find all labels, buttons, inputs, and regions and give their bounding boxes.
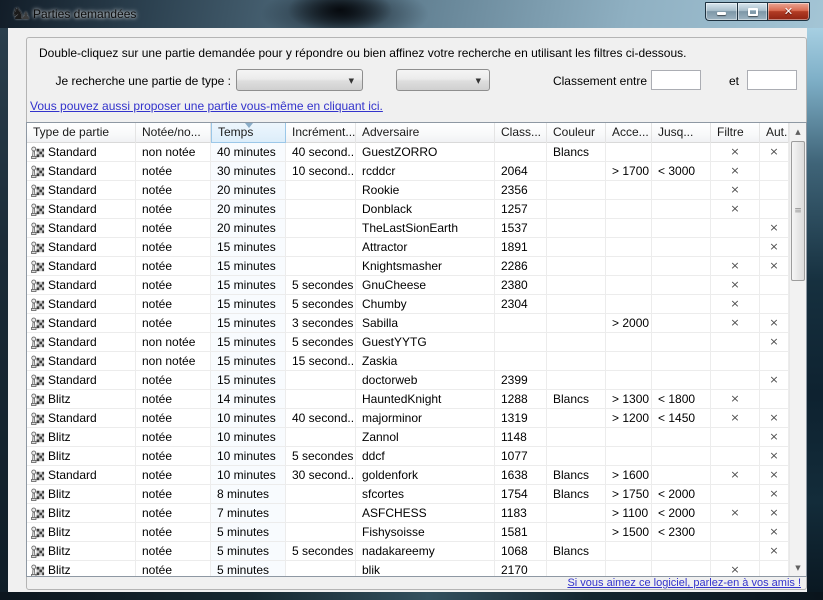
table-row[interactable]: Blitz notée 10 minutes Zannol 1148 × <box>27 428 789 447</box>
client-area: Double-cliquez sur une partie demandée p… <box>8 28 807 592</box>
instruction-text: Double-cliquez sur une partie demandée p… <box>39 46 686 60</box>
table-row[interactable]: Standard notée 15 minutes Knightsmasher … <box>27 257 789 276</box>
chess-pawn-icon <box>30 373 45 388</box>
scroll-down-icon[interactable]: ▼ <box>790 559 806 576</box>
table-row[interactable]: Standard notée 20 minutes Rookie 2356 × <box>27 181 789 200</box>
table-row[interactable]: Standard notée 15 minutes 5 secondes Gnu… <box>27 276 789 295</box>
table-row[interactable]: Standard notée 15 minutes doctorweb 2399… <box>27 371 789 390</box>
chess-pawn-icon <box>30 506 45 521</box>
secondary-filter-dropdown[interactable]: ▼ <box>396 69 490 91</box>
maximize-icon <box>748 8 758 16</box>
game-type-dropdown[interactable]: ▼ <box>236 69 363 91</box>
table-row[interactable]: Blitz notée 14 minutes HauntedKnight 128… <box>27 390 789 409</box>
maximize-button[interactable] <box>737 2 768 21</box>
chess-pawn-icon <box>30 145 45 160</box>
table-row[interactable]: Blitz notée 5 minutes Fishysoisse 1581 >… <box>27 523 789 542</box>
chess-pawn-icon <box>30 278 45 293</box>
column-header-type[interactable]: Type de partie <box>27 123 136 143</box>
table-row[interactable]: Standard notée 15 minutes 3 secondes Sab… <box>27 314 789 333</box>
table-row[interactable]: Blitz notée 8 minutes sfcortes 1754 Blan… <box>27 485 789 504</box>
games-table-body: Standard non notée 40 minutes 40 second.… <box>27 143 789 576</box>
table-row[interactable]: Standard notée 15 minutes Attractor 1891… <box>27 238 789 257</box>
app-chess-icon: ♞♟ <box>11 4 30 23</box>
chess-pawn-icon <box>30 392 45 407</box>
window-border-right <box>807 28 823 592</box>
table-row[interactable]: Standard non notée 15 minutes 5 secondes… <box>27 333 789 352</box>
table-row[interactable]: Standard notée 20 minutes Donblack 1257 … <box>27 200 789 219</box>
chess-pawn-icon <box>30 259 45 274</box>
table-row[interactable]: Blitz notée 5 minutes 5 secondes nadakar… <box>27 542 789 561</box>
chess-pawn-icon <box>30 240 45 255</box>
chess-pawn-icon <box>30 411 45 426</box>
column-header-filter[interactable]: Filtre <box>711 123 760 143</box>
titlebar[interactable]: ♞♟ Parties demandées ✕ <box>0 0 823 28</box>
window-border-left <box>0 28 8 592</box>
table-row[interactable]: Standard notée 10 minutes 40 second... m… <box>27 409 789 428</box>
column-header-color[interactable]: Couleur <box>547 123 606 143</box>
caption-buttons: ✕ <box>705 2 810 21</box>
table-row[interactable]: Blitz notée 10 minutes 5 secondes ddcf 1… <box>27 447 789 466</box>
column-header-opponent[interactable]: Adversaire <box>356 123 495 143</box>
chess-pawn-icon <box>30 183 45 198</box>
column-header-below[interactable]: Jusq... <box>652 123 711 143</box>
chevron-down-icon: ▼ <box>476 77 481 85</box>
close-button[interactable]: ✕ <box>768 2 810 21</box>
content-panel: Double-cliquez sur une partie demandée p… <box>26 37 807 590</box>
vertical-scrollbar[interactable]: ▲ ≡ ▼ <box>789 123 806 576</box>
table-row[interactable]: Standard notée 30 minutes 10 second... r… <box>27 162 789 181</box>
minimize-button[interactable] <box>705 2 737 21</box>
games-table-header: Type de partieNotée/no...TempsIncrément.… <box>27 123 806 143</box>
table-row[interactable]: Standard non notée 15 minutes 15 second.… <box>27 352 789 371</box>
column-header-increment[interactable]: Incrément... <box>286 123 356 143</box>
window-title: Parties demandées <box>33 7 136 21</box>
minimize-icon <box>717 12 726 15</box>
et-label: et <box>729 74 739 88</box>
chess-pawn-icon <box>30 544 45 559</box>
close-icon: ✕ <box>784 6 793 17</box>
chess-pawn-icon <box>30 316 45 331</box>
chevron-down-icon: ▼ <box>349 77 354 85</box>
propose-game-link[interactable]: Vous pouvez aussi proposer une partie vo… <box>30 99 383 113</box>
rating-max-input[interactable] <box>747 70 797 90</box>
table-row[interactable]: Standard non notée 40 minutes 40 second.… <box>27 143 789 162</box>
column-header-rated[interactable]: Notée/no... <box>136 123 211 143</box>
sort-descending-icon <box>245 123 253 128</box>
chess-pawn-icon <box>30 297 45 312</box>
column-header-auto[interactable]: Aut... <box>760 123 789 143</box>
table-row[interactable]: Standard notée 10 minutes 30 second... g… <box>27 466 789 485</box>
games-table: Type de partieNotée/no...TempsIncrément.… <box>26 122 807 577</box>
search-type-label: Je recherche une partie de type : <box>27 74 231 88</box>
table-row[interactable]: Blitz notée 7 minutes ASFCHESS 1183 > 11… <box>27 504 789 523</box>
chess-pawn-icon <box>30 430 45 445</box>
column-header-time[interactable]: Temps <box>211 123 286 143</box>
chess-pawn-icon <box>30 468 45 483</box>
chess-pawn-icon <box>30 487 45 502</box>
chess-pawn-icon <box>30 335 45 350</box>
scrollbar-thumb[interactable]: ≡ <box>791 141 805 281</box>
rating-min-input[interactable] <box>651 70 701 90</box>
rating-range-label: Classement entre <box>531 74 647 88</box>
column-header-above[interactable]: Acce... <box>606 123 652 143</box>
chess-pawn-icon <box>30 525 45 540</box>
scroll-up-icon[interactable]: ▲ <box>790 123 806 140</box>
chess-pawn-icon <box>30 354 45 369</box>
chess-pawn-icon <box>30 202 45 217</box>
column-header-rating[interactable]: Class... <box>495 123 547 143</box>
chess-pawn-icon <box>30 164 45 179</box>
table-row[interactable]: Standard notée 20 minutes TheLastSionEar… <box>27 219 789 238</box>
table-row[interactable]: Blitz notée 5 minutes blik 2170 × <box>27 561 789 576</box>
window-parties-demandees: ♞♟ Parties demandées ✕ Double-cliquez su… <box>0 0 823 600</box>
window-border-bottom <box>0 592 823 600</box>
chess-pawn-icon <box>30 563 45 577</box>
chess-pawn-icon <box>30 221 45 236</box>
share-software-link[interactable]: Si vous aimez ce logiciel, parlez-en à v… <box>567 577 801 589</box>
chess-pawn-icon <box>30 449 45 464</box>
table-row[interactable]: Standard notée 15 minutes 5 secondes Chu… <box>27 295 789 314</box>
